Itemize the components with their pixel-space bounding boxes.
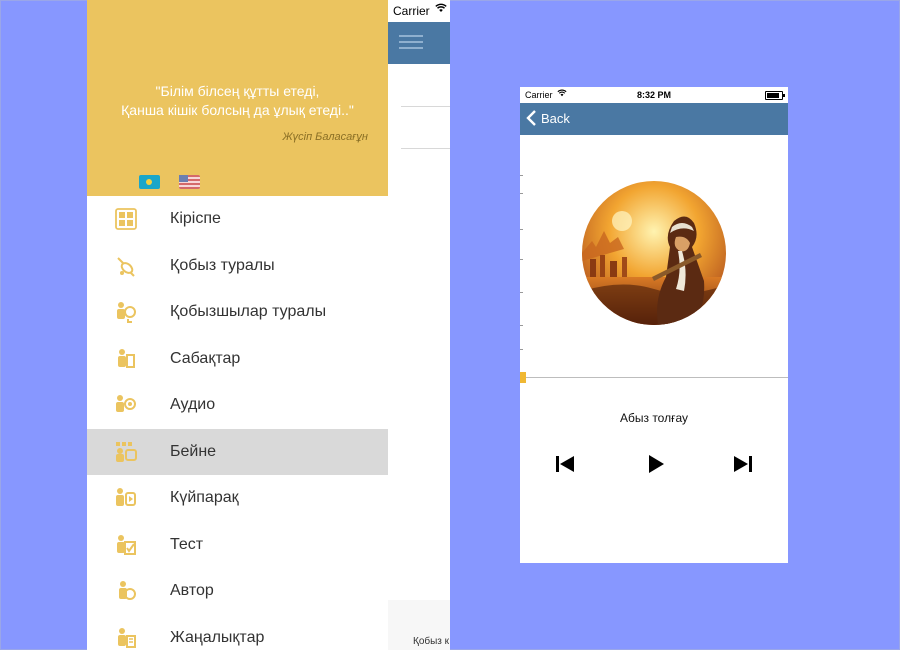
edge-artifact bbox=[520, 292, 523, 293]
edge-artifact bbox=[520, 229, 523, 230]
menu-item-label: Күйпарақ bbox=[170, 489, 239, 506]
carrier-label: Carrier bbox=[393, 4, 430, 18]
skip-next-icon[interactable] bbox=[732, 453, 754, 475]
right-phone-screen: Carrier 8:32 PM Back Абыз толғау bbox=[520, 87, 788, 563]
menu-hamburger-icon[interactable] bbox=[399, 35, 423, 49]
drawer-menu: Кіріспе Қобыз туралы Қобызшылар туралы С… bbox=[87, 196, 388, 650]
progress-thumb[interactable] bbox=[520, 372, 526, 383]
menu-item-label: Кіріспе bbox=[170, 210, 221, 227]
menu-item-label: Автор bbox=[170, 582, 214, 599]
kobyz-instrument-icon bbox=[117, 256, 135, 277]
background-footer: Қобыз к bbox=[387, 600, 450, 650]
battery-icon bbox=[765, 91, 785, 100]
menu-item-label: Бейне bbox=[170, 442, 217, 460]
menu-item-label: Жаңалықтар bbox=[170, 628, 265, 646]
status-bar: Carrier bbox=[387, 0, 450, 22]
album-cover-art bbox=[582, 181, 726, 325]
menu-item-about-kobyz[interactable]: Қобыз туралы bbox=[87, 243, 388, 290]
side-drawer: "Білім білсең құтты етеді, Қанша кішік б… bbox=[87, 0, 388, 650]
menu-item-performers[interactable]: Қобызшылар туралы bbox=[87, 289, 388, 336]
menu-item-label: Сабақтар bbox=[170, 349, 241, 367]
edge-artifact bbox=[520, 325, 523, 326]
kazakh-flag-icon[interactable] bbox=[139, 175, 160, 189]
background-app-view: Carrier Қобыз к bbox=[387, 0, 450, 650]
wifi-icon bbox=[435, 3, 447, 12]
news-icon bbox=[118, 627, 136, 648]
grid-icon bbox=[115, 208, 137, 230]
menu-item-intro[interactable]: Кіріспе bbox=[87, 196, 388, 243]
list-divider bbox=[401, 106, 450, 107]
progress-track[interactable] bbox=[520, 377, 788, 378]
edge-artifact bbox=[520, 259, 523, 260]
quote-author: Жүсіп Баласағұн bbox=[282, 131, 368, 143]
menu-item-sheet-music[interactable]: Күйпарақ bbox=[87, 475, 388, 522]
status-time: 8:32 PM bbox=[636, 90, 671, 100]
edge-artifact bbox=[520, 175, 523, 176]
lessons-icon bbox=[118, 348, 135, 368]
navigation-bar: Back bbox=[520, 103, 788, 135]
test-icon bbox=[117, 534, 136, 555]
chevron-left-icon bbox=[526, 110, 536, 126]
menu-item-author[interactable]: Автор bbox=[87, 568, 388, 615]
menu-item-test[interactable]: Тест bbox=[87, 522, 388, 569]
menu-item-label: Қобызшылар туралы bbox=[170, 303, 327, 320]
quote-text: "Білім білсең құтты етеді, Қанша кішік б… bbox=[121, 83, 354, 118]
status-bar: Carrier 8:32 PM bbox=[520, 87, 788, 103]
left-phone-screen: Carrier Қобыз к "Білім білсең құтты етед… bbox=[87, 0, 450, 650]
menu-item-label: Қобыз туралы bbox=[170, 256, 275, 274]
menu-item-news[interactable]: Жаңалықтар bbox=[87, 615, 388, 650]
menu-item-label: Аудио bbox=[170, 396, 216, 413]
back-label: Back bbox=[541, 110, 570, 126]
track-title: Абыз толғау bbox=[619, 411, 689, 425]
list-divider bbox=[401, 148, 450, 149]
menu-item-audio[interactable]: Аудио bbox=[87, 382, 388, 429]
video-icon bbox=[116, 441, 137, 462]
audio-icon bbox=[116, 395, 136, 412]
performer-icon bbox=[117, 302, 136, 323]
edge-artifact bbox=[520, 349, 523, 350]
us-flag-icon[interactable] bbox=[179, 175, 200, 189]
author-icon bbox=[119, 581, 136, 600]
navigation-bar bbox=[387, 22, 450, 64]
drawer-header: "Білім білсең құтты етеді, Қанша кішік б… bbox=[87, 0, 388, 196]
play-icon[interactable] bbox=[645, 453, 667, 475]
footer-text: Қобыз к bbox=[413, 636, 450, 647]
menu-item-video[interactable]: Бейне bbox=[87, 428, 388, 475]
menu-item-label: Тест bbox=[170, 535, 204, 553]
edge-artifact bbox=[520, 193, 523, 194]
skip-previous-icon[interactable] bbox=[554, 453, 576, 475]
back-button[interactable]: Back bbox=[526, 110, 570, 126]
menu-item-lessons[interactable]: Сабақтар bbox=[87, 336, 388, 383]
sheet-music-icon bbox=[116, 488, 136, 506]
